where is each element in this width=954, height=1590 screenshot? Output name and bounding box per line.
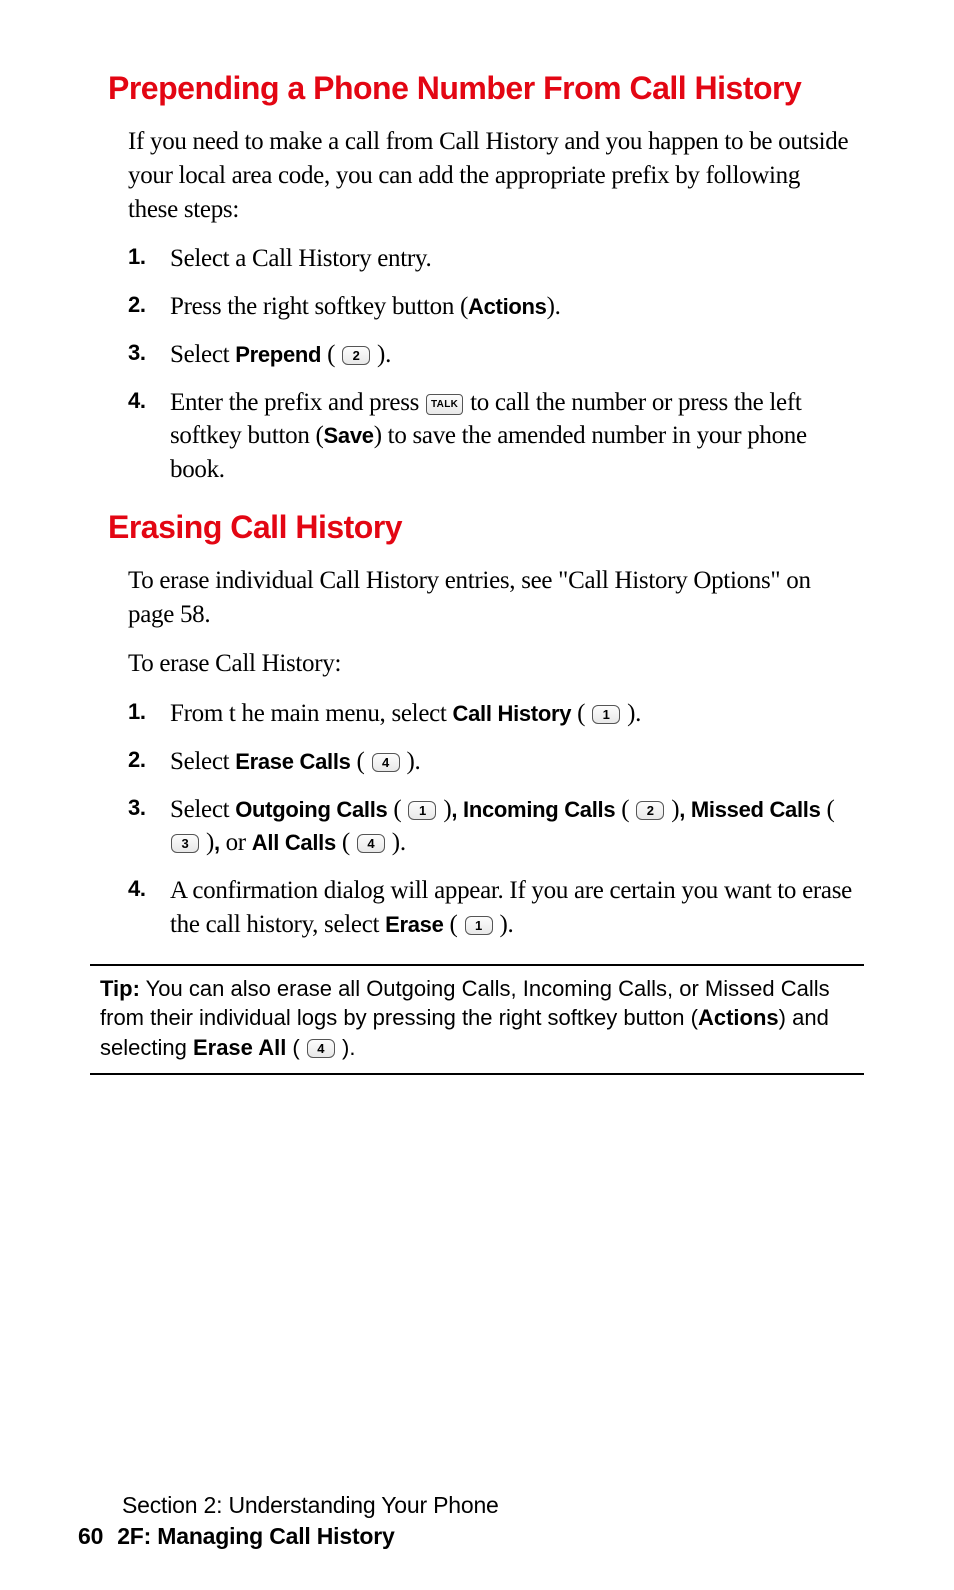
step-2: 2. Select Erase Calls ( 4 ). (128, 745, 854, 779)
step-1: 1. From t he main menu, select Call Hist… (128, 697, 854, 731)
step-text: ( (351, 748, 371, 775)
action-label: Actions (468, 294, 547, 319)
call-history-label: Call History (453, 701, 572, 726)
step-text: ) (665, 796, 679, 823)
key-4-icon: 4 (357, 834, 385, 853)
page-number: 60 (78, 1523, 103, 1550)
step-number: 2. (128, 290, 146, 320)
step-1: 1. Select a Call History entry. (128, 242, 854, 276)
step-4: 4. Enter the prefix and press TALK to ca… (128, 386, 854, 487)
step-text: ( (444, 911, 464, 938)
step-text: ( (321, 341, 341, 368)
tip-text: ). (336, 1035, 356, 1060)
step-text: Press the right softkey button ( (170, 293, 468, 320)
step-text: Select (170, 796, 235, 823)
step-4: 4. A confirmation dialog will appear. If… (128, 874, 854, 942)
all-calls-label: All Calls (252, 830, 336, 855)
page-footer: Section 2: Understanding Your Phone 60 2F… (0, 1492, 954, 1550)
key-2-icon: 2 (636, 801, 664, 820)
step-text: ( (571, 700, 591, 727)
incoming-calls-label: Incoming Calls (463, 797, 615, 822)
comma: , (451, 797, 463, 822)
tip-box: Tip: You can also erase all Outgoing Cal… (90, 964, 864, 1075)
step-text: Select (170, 748, 235, 775)
step-text: ) (200, 829, 214, 856)
erase-label: Erase (385, 912, 443, 937)
talk-key-icon: TALK (426, 394, 463, 415)
step-number: 2. (128, 745, 146, 775)
key-4-icon: 4 (307, 1039, 335, 1058)
step-text: ). (371, 341, 391, 368)
step-text: ) (437, 796, 451, 823)
step-text: ). (386, 829, 406, 856)
missed-calls-label: Missed Calls (691, 797, 821, 822)
step-number: 4. (128, 874, 146, 904)
key-1-icon: 1 (465, 916, 493, 935)
step-text: ). (547, 293, 561, 320)
key-3-icon: 3 (171, 834, 199, 853)
steps-prepending: 1. Select a Call History entry. 2. Press… (128, 242, 854, 487)
footer-section-line: Section 2: Understanding Your Phone (122, 1492, 954, 1519)
key-1-icon: 1 (592, 705, 620, 724)
step-3: 3. Select Outgoing Calls ( 1 ), Incoming… (128, 793, 854, 861)
step-text: ). (401, 748, 421, 775)
step-number: 3. (128, 338, 146, 368)
step-number: 1. (128, 697, 146, 727)
key-4-icon: 4 (372, 753, 400, 772)
outgoing-calls-label: Outgoing Calls (235, 797, 387, 822)
step-number: 3. (128, 793, 146, 823)
heading-prepending: Prepending a Phone Number From Call Hist… (108, 70, 854, 107)
chapter-title: 2F: Managing Call History (117, 1523, 394, 1549)
step-text: Select a Call History entry. (170, 245, 431, 272)
step-text: ( (821, 796, 835, 823)
step-text: Select (170, 341, 235, 368)
intro-erasing-1: To erase individual Call History entries… (128, 564, 854, 632)
save-label: Save (324, 423, 374, 448)
step-text: From t he main menu, select (170, 700, 453, 727)
step-text: ). (621, 700, 641, 727)
key-2-icon: 2 (342, 346, 370, 365)
prepend-label: Prepend (235, 342, 321, 367)
comma: , (214, 830, 226, 855)
step-text: ). (494, 911, 514, 938)
tip-label: Tip: (100, 976, 140, 1001)
step-number: 4. (128, 386, 146, 416)
heading-erasing: Erasing Call History (108, 509, 854, 546)
step-text: ( (615, 796, 635, 823)
step-number: 1. (128, 242, 146, 272)
erase-all-label: Erase All (193, 1035, 286, 1060)
comma: , (679, 797, 691, 822)
key-1-icon: 1 (408, 801, 436, 820)
steps-erasing: 1. From t he main menu, select Call Hist… (128, 697, 854, 942)
intro-erasing-2: To erase Call History: (128, 647, 854, 681)
intro-prepending: If you need to make a call from Call His… (128, 125, 854, 226)
step-3: 3. Select Prepend ( 2 ). (128, 338, 854, 372)
tip-text: ( (286, 1035, 306, 1060)
actions-label: Actions (698, 1005, 779, 1030)
step-text: ( (387, 796, 407, 823)
step-text: or (226, 829, 252, 856)
footer-chapter-line: 60 2F: Managing Call History (78, 1523, 954, 1550)
step-2: 2. Press the right softkey button (Actio… (128, 290, 854, 324)
step-text: Enter the prefix and press (170, 389, 425, 416)
step-text: ( (336, 829, 356, 856)
erase-calls-label: Erase Calls (235, 749, 350, 774)
